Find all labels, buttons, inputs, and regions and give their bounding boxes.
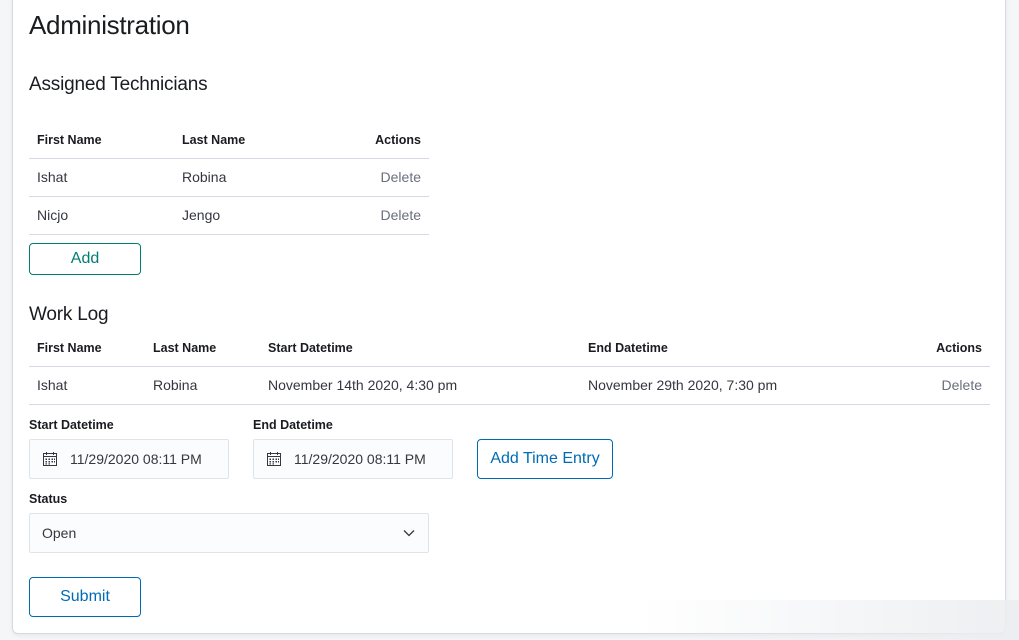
worklog-start-datetime: November 14th 2020, 4:30 pm [260,366,580,405]
column-header-end-datetime: End Datetime [580,330,880,367]
column-header-last-name: Last Name [145,330,260,367]
calendar-icon [267,452,281,466]
table-row: Nicjo Jengo Delete [29,196,429,235]
start-datetime-picker[interactable]: 11/29/2020 08:11 PM [29,439,229,479]
submit-button[interactable]: Submit [29,577,141,617]
end-datetime-value: 11/29/2020 08:11 PM [294,451,426,467]
technicians-header-row: First Name Last Name Actions [29,122,429,159]
column-header-start-datetime: Start Datetime [260,330,580,367]
worklog-table: First Name Last Name Start Datetime End … [29,330,990,405]
delete-worklog-link[interactable]: Delete [942,377,982,393]
table-row: Ishat Robina Delete [29,158,429,197]
add-technician-button[interactable]: Add [29,243,141,275]
delete-technician-link[interactable]: Delete [381,207,421,223]
technician-first-name: Ishat [29,158,174,197]
end-datetime-picker[interactable]: 11/29/2020 08:11 PM [253,439,453,479]
calendar-icon [43,452,57,466]
delete-technician-link[interactable]: Delete [381,169,421,185]
add-time-entry-button[interactable]: Add Time Entry [477,439,613,479]
technicians-table: First Name Last Name Actions Ishat Robin… [29,122,429,235]
technicians-section-title: Assigned Technicians [29,74,208,95]
status-value: Open [42,525,77,541]
status-select[interactable]: Open [29,513,429,553]
column-header-actions: Actions [324,122,429,159]
worklog-last-name: Robina [145,366,260,405]
chevron-down-icon [403,530,415,537]
end-datetime-label: End Datetime [253,418,333,432]
page-title: Administration [29,10,190,40]
worklog-header-row: First Name Last Name Start Datetime End … [29,330,990,367]
start-datetime-value: 11/29/2020 08:11 PM [70,451,202,467]
administration-panel: Administration Assigned Technicians Firs… [12,0,1006,634]
technician-first-name: Nicjo [29,196,174,235]
worklog-section-title: Work Log [29,304,109,325]
status-label: Status [29,492,68,506]
column-header-actions: Actions [880,330,990,367]
worklog-first-name: Ishat [29,366,145,405]
column-header-first-name: First Name [29,330,145,367]
column-header-last-name: Last Name [174,122,324,159]
start-datetime-label: Start Datetime [29,418,114,432]
technician-last-name: Jengo [174,196,324,235]
table-row: Ishat Robina November 14th 2020, 4:30 pm… [29,366,990,405]
column-header-first-name: First Name [29,122,174,159]
technician-last-name: Robina [174,158,324,197]
worklog-end-datetime: November 29th 2020, 7:30 pm [580,366,880,405]
